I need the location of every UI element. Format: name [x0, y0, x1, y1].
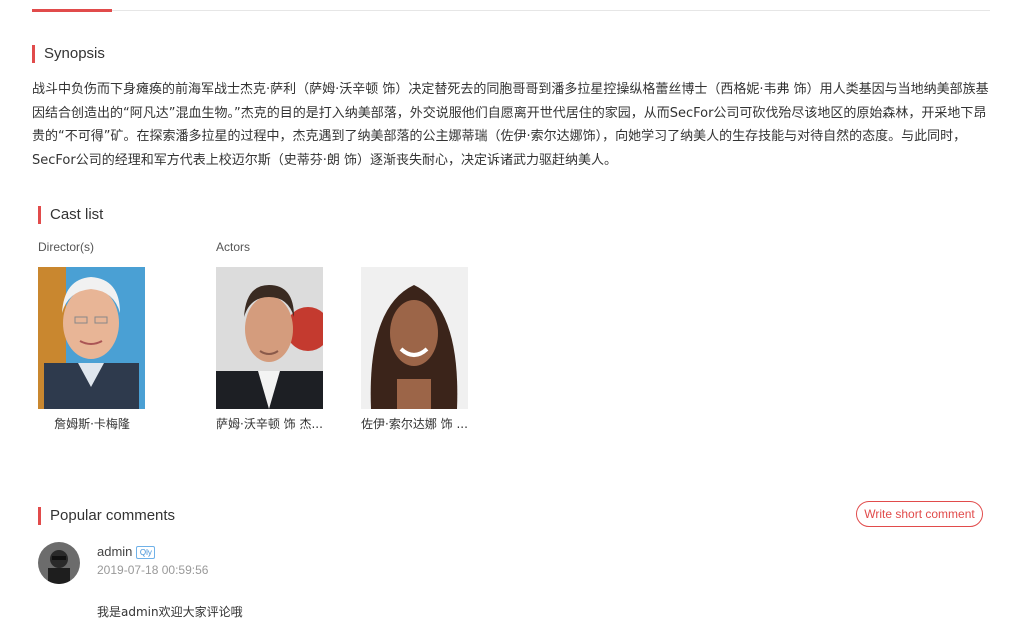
synopsis-text: 战斗中负伤而下身瘫痪的前海军战士杰克·萨利（萨姆·沃辛顿 饰）决定替死去的同胞哥… — [32, 82, 989, 168]
cast-list-heading: Cast list — [38, 206, 103, 224]
actor-photo[interactable] — [361, 267, 468, 409]
actor-card[interactable]: 萨姆·沃辛顿 饰 杰... — [216, 267, 324, 432]
write-short-comment-button[interactable]: Write short comment — [856, 501, 983, 527]
user-level-badge: Qly — [136, 546, 156, 560]
comment-timestamp: 2019-07-18 00:59:56 — [97, 563, 209, 577]
director-card[interactable]: 詹姆斯·卡梅隆 — [38, 267, 146, 432]
actor-name[interactable]: 佐伊·索尔达娜 饰 ... — [361, 415, 469, 432]
actors-label: Actors — [216, 240, 251, 254]
comment-text: 我是admin欢迎大家评论哦 — [97, 605, 243, 619]
director-name[interactable]: 詹姆斯·卡梅隆 — [38, 415, 146, 432]
directors-label: Director(s) — [38, 240, 94, 254]
user-avatar[interactable] — [38, 542, 80, 584]
comment-username-text[interactable]: admin — [97, 544, 132, 559]
actor-card[interactable]: 佐伊·索尔达娜 饰 ... — [361, 267, 469, 432]
actor-photo[interactable] — [216, 267, 323, 409]
tab-divider — [32, 10, 990, 11]
active-tab-indicator — [32, 9, 112, 12]
popular-comments-heading: Popular comments — [38, 507, 175, 525]
comment-username[interactable]: admin Qly — [97, 544, 156, 560]
synopsis-heading: Synopsis — [32, 45, 105, 63]
director-photo[interactable] — [38, 267, 145, 409]
actor-name[interactable]: 萨姆·沃辛顿 饰 杰... — [216, 415, 324, 432]
